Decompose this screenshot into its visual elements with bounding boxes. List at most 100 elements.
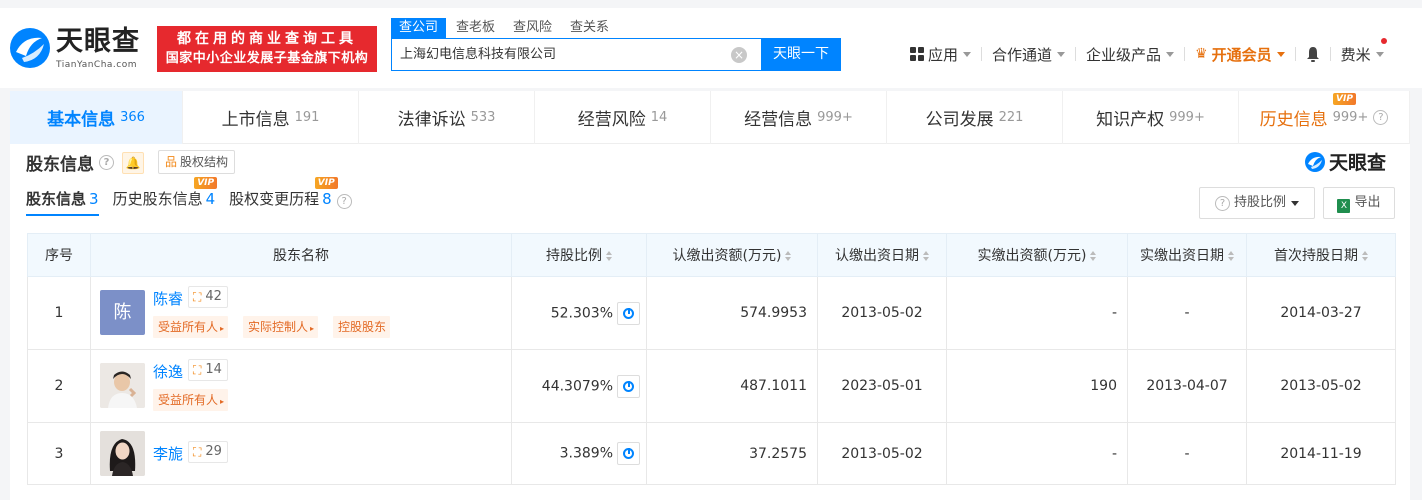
chevron-down-icon <box>1166 51 1175 57</box>
tab-count: 191 <box>294 110 320 125</box>
tab-litigation[interactable]: 法律诉讼 533 <box>359 91 535 144</box>
cell-ratio: 3.389% <box>511 422 647 485</box>
search-tab-relation[interactable]: 查关系 <box>570 18 609 38</box>
cell-first-date: 2014-11-19 <box>1246 422 1396 485</box>
tag-actual-controller[interactable]: 实际控制人 ▸ <box>243 316 319 338</box>
apps-grid-icon <box>910 47 924 61</box>
chevron-right-icon: ▸ <box>220 324 225 333</box>
logo-mark-icon <box>1304 151 1325 172</box>
nav-partner[interactable]: 合作通道 <box>992 44 1066 65</box>
help-icon: ? <box>1214 196 1230 211</box>
sort-icon <box>1362 251 1368 261</box>
tab-label: 公司发展 <box>925 110 994 130</box>
clear-search-icon[interactable]: × <box>731 47 747 63</box>
tag-label: 控股股东 <box>338 320 387 334</box>
col-header-subscribed[interactable]: 认缴出资额(万元) <box>646 233 818 277</box>
help-icon[interactable]: ? <box>1373 110 1389 125</box>
nav-enterprise[interactable]: 企业级产品 <box>1086 44 1175 65</box>
pie-chart-icon[interactable] <box>617 374 640 398</box>
tab-listing-info[interactable]: 上市信息 191 <box>183 91 359 144</box>
cell-paid-date: 2013-04-07 <box>1127 349 1247 423</box>
ratio-value: 3.389% <box>559 445 613 462</box>
nav-apps-label: 应用 <box>928 45 959 64</box>
help-icon[interactable]: ? <box>99 155 114 170</box>
search-button[interactable]: 天眼一下 <box>761 38 841 71</box>
shareholder-name-link[interactable]: 徐逸 <box>153 361 183 382</box>
relation-count-badge[interactable]: ⛶ 14 <box>188 359 228 381</box>
nav-divider <box>1075 47 1077 61</box>
col-header-label: 认缴出资额(万元) <box>672 248 782 264</box>
tag-beneficial-owner[interactable]: 受益所有人 ▸ <box>153 316 229 338</box>
tianyancha-logo[interactable]: 天眼查 TianYanCha.com <box>8 24 148 78</box>
ratio-dropdown[interactable]: ? 持股比例 <box>1199 187 1315 219</box>
subtab-history-shareholders[interactable]: VIP 历史股东信息 4 <box>112 177 218 216</box>
avatar[interactable] <box>100 431 145 476</box>
relation-count-badge[interactable]: ⛶ 29 <box>188 441 228 463</box>
nav-vip-label: 开通会员 <box>1211 45 1272 64</box>
subtab-count: 8 <box>322 190 332 208</box>
search-tab-risk[interactable]: 查风险 <box>513 18 552 38</box>
chevron-down-icon <box>963 51 972 57</box>
tab-development[interactable]: 公司发展 221 <box>887 91 1063 144</box>
tab-history[interactable]: VIP 历史信息 999+? <box>1239 91 1410 144</box>
help-icon[interactable]: ? <box>336 194 352 209</box>
nav-divider <box>1294 47 1296 61</box>
tab-count: 999+ <box>1332 110 1369 125</box>
pie-chart-icon[interactable] <box>617 301 640 325</box>
col-header-paid-date[interactable]: 实缴出资日期 <box>1127 233 1247 277</box>
tab-label: 基本信息 <box>47 110 116 130</box>
tab-count: 221 <box>998 110 1024 125</box>
ratio-value: 44.3079% <box>541 378 613 394</box>
tab-count: 999+ <box>817 110 853 125</box>
shareholder-subtabs: 股东信息 3 VIP 历史股东信息 4 VIP 股权变更历程 8? <box>26 177 366 216</box>
cell-subscribed: 574.9953 <box>646 276 818 350</box>
tab-basic-info[interactable]: 基本信息 366 <box>10 91 183 144</box>
cell-no: 1 <box>27 276 91 350</box>
tag-beneficial-owner[interactable]: 受益所有人 ▸ <box>153 389 229 411</box>
cell-first-date: 2013-05-02 <box>1246 349 1396 423</box>
section-title-text: 股东信息 <box>26 155 94 175</box>
tab-operating-risk[interactable]: 经营风险 14 <box>535 91 711 144</box>
col-header-first-date[interactable]: 首次持股日期 <box>1246 233 1396 277</box>
tab-count: 14 <box>650 110 668 125</box>
brand-watermark: 天眼查 <box>1304 148 1386 175</box>
chevron-right-icon: ▸ <box>310 324 315 333</box>
col-header-ratio[interactable]: 持股比例 <box>511 233 647 277</box>
tab-label: 法律诉讼 <box>397 110 466 130</box>
tab-ip[interactable]: 知识产权 999+ <box>1063 91 1239 144</box>
tab-count: 366 <box>120 110 145 125</box>
notification-bell[interactable] <box>1306 38 1387 62</box>
nav-enterprise-label: 企业级产品 <box>1086 45 1162 64</box>
tab-label: 经营信息 <box>744 110 813 130</box>
search-tab-boss[interactable]: 查老板 <box>456 18 495 38</box>
monitor-bell-icon[interactable]: 🔔 <box>122 151 144 174</box>
avatar[interactable]: 陈 <box>100 290 145 335</box>
tag-label: 实际控制人 <box>248 320 309 334</box>
subtab-shareholders[interactable]: 股东信息 3 <box>26 184 99 216</box>
nav-apps[interactable]: 应用 <box>910 44 972 65</box>
col-header-subscribed-date[interactable]: 认缴出资日期 <box>817 233 947 277</box>
subtab-label: 历史股东信息 <box>112 190 203 208</box>
search-tab-company[interactable]: 查公司 <box>391 18 447 38</box>
search-type-tabs: 查公司 查老板 查风险 查关系 <box>391 17 627 39</box>
cell-no: 3 <box>27 422 91 485</box>
search-input[interactable]: 上海幻电信息科技有限公司 <box>400 39 720 70</box>
subtab-equity-changes[interactable]: VIP 股权变更历程 8? <box>229 177 352 216</box>
export-button[interactable]: X 导出 <box>1323 187 1395 219</box>
equity-structure-button[interactable]: 品股权结构 <box>158 150 236 174</box>
avatar[interactable] <box>100 363 145 408</box>
shareholder-name-link[interactable]: 李旎 <box>153 443 183 464</box>
shareholder-name-link[interactable]: 陈睿 <box>153 288 183 309</box>
tab-label: 经营风险 <box>577 110 646 130</box>
nav-vip[interactable]: ♛ 开通会员 <box>1195 44 1285 65</box>
nav-user[interactable]: 费米 <box>1341 44 1384 65</box>
equity-structure-label: 股权结构 <box>180 155 229 169</box>
top-nav: 应用 合作通道 企业级产品 ♛ 开通会员 费米 <box>910 38 1387 68</box>
table-row: 3 李旎 ⛶ 29 3.389% 37.2575 2013-05-02 - - 2 <box>27 422 1396 485</box>
tab-operating-info[interactable]: 经营信息 999+ <box>711 91 887 144</box>
relation-count-badge[interactable]: ⛶ 42 <box>188 286 228 308</box>
pie-chart-icon[interactable] <box>617 442 640 465</box>
top-header: 天眼查 TianYanCha.com 都在用的商业查询工具 国家中小企业发展子基… <box>0 8 1422 88</box>
col-header-paid[interactable]: 实缴出资额(万元) <box>946 233 1128 277</box>
subtab-count: 3 <box>89 190 99 208</box>
